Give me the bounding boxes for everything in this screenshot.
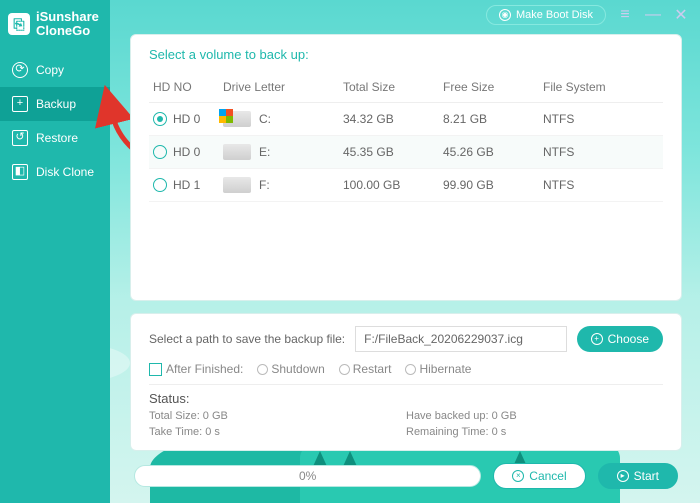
sidebar-item-backup[interactable]: + Backup: [0, 87, 110, 121]
brand-line2: CloneGo: [36, 23, 90, 38]
drive-icon: [223, 111, 251, 127]
sidebar-item-label: Restore: [36, 131, 78, 145]
sidebar-item-label: Backup: [36, 97, 76, 111]
cell-fs: NTFS: [543, 112, 643, 126]
cancel-button[interactable]: × Cancel: [493, 463, 585, 489]
sidebar-item-label: Copy: [36, 63, 64, 77]
menu-icon[interactable]: ≡: [616, 6, 634, 24]
close-icon[interactable]: ✕: [672, 5, 690, 25]
cell-hd: HD 1: [173, 178, 200, 192]
backup-path-input[interactable]: [355, 326, 567, 352]
cell-fs: NTFS: [543, 145, 643, 159]
divider: [149, 384, 663, 385]
table-row[interactable]: HD 1 F: 100.00 GB 99.90 GB NTFS: [149, 169, 663, 202]
cell-free: 99.90 GB: [443, 178, 543, 192]
brand-line1: iSunshare: [36, 9, 99, 24]
path-label: Select a path to save the backup file:: [149, 332, 345, 346]
backup-icon: +: [12, 96, 28, 112]
make-boot-disk-label: Make Boot Disk: [516, 9, 593, 21]
make-boot-disk-button[interactable]: ◉ Make Boot Disk: [486, 5, 606, 25]
table-row[interactable]: HD 0 C: 34.32 GB 8.21 GB NTFS: [149, 103, 663, 136]
progress-label: 0%: [299, 469, 316, 483]
start-label: Start: [634, 469, 659, 483]
sidebar-item-restore[interactable]: ↺ Restore: [0, 121, 110, 155]
cell-letter: F:: [259, 178, 270, 192]
sidebar: ⎘ iSunshareCloneGo ⟳ Copy + Backup ↺ Res…: [0, 0, 110, 503]
after-opt-hibernate[interactable]: Hibernate: [405, 362, 471, 376]
after-opt-shutdown[interactable]: Shutdown: [257, 362, 324, 376]
volumes-header: HD NO Drive Letter Total Size Free Size …: [149, 72, 663, 103]
cell-free: 45.26 GB: [443, 145, 543, 159]
cell-total: 100.00 GB: [343, 178, 443, 192]
after-finished-label: After Finished:: [166, 362, 243, 376]
col-hdno: HD NO: [153, 80, 223, 94]
cell-letter: E:: [259, 145, 270, 159]
cell-hd: HD 0: [173, 112, 200, 126]
radio-icon: [257, 364, 268, 375]
drive-icon: [223, 177, 251, 193]
minimize-icon[interactable]: —: [644, 6, 662, 24]
table-row[interactable]: HD 0 E: 45.35 GB 45.26 GB NTFS: [149, 136, 663, 169]
status-take: Take Time: 0 s: [149, 426, 406, 438]
volumes-panel: Select a volume to back up: HD NO Drive …: [130, 34, 682, 301]
copy-icon: ⟳: [12, 62, 28, 78]
col-fs: File System: [543, 80, 643, 94]
app-brand: ⎘ iSunshareCloneGo: [0, 0, 110, 53]
cell-free: 8.21 GB: [443, 112, 543, 126]
radio-icon: [339, 364, 350, 375]
restore-icon: ↺: [12, 130, 28, 146]
status-backed: Have backed up: 0 GB: [406, 410, 663, 422]
options-panel: Select a path to save the backup file: +…: [130, 313, 682, 451]
sidebar-item-disk-clone[interactable]: ◧ Disk Clone: [0, 155, 110, 189]
cell-total: 45.35 GB: [343, 145, 443, 159]
col-free: Free Size: [443, 80, 543, 94]
status-total: Total Size: 0 GB: [149, 410, 406, 422]
radio-icon[interactable]: [153, 145, 167, 159]
play-icon: ▸: [617, 470, 629, 482]
radio-icon[interactable]: [153, 178, 167, 192]
cancel-label: Cancel: [529, 469, 566, 483]
start-button[interactable]: ▸ Start: [598, 463, 678, 489]
after-finished-checkbox[interactable]: [149, 363, 162, 376]
cell-letter: C:: [259, 112, 271, 126]
drive-icon: [223, 144, 251, 160]
main-area: Select a volume to back up: HD NO Drive …: [130, 34, 682, 489]
sidebar-item-copy[interactable]: ⟳ Copy: [0, 53, 110, 87]
radio-icon[interactable]: [153, 112, 167, 126]
status-remain: Remaining Time: 0 s: [406, 426, 663, 438]
after-opt-restart[interactable]: Restart: [339, 362, 392, 376]
choose-button[interactable]: + Choose: [577, 326, 663, 352]
brand-icon: ⎘: [8, 13, 30, 35]
radio-icon: [405, 364, 416, 375]
cancel-icon: ×: [512, 470, 524, 482]
choose-label: Choose: [608, 332, 649, 346]
volumes-title: Select a volume to back up:: [149, 47, 663, 62]
cell-fs: NTFS: [543, 178, 643, 192]
disc-icon: ◉: [499, 9, 511, 21]
disk-clone-icon: ◧: [12, 164, 28, 180]
status-title: Status:: [149, 391, 663, 406]
cell-hd: HD 0: [173, 145, 200, 159]
plus-icon: +: [591, 333, 603, 345]
actions-row: 0% × Cancel ▸ Start: [130, 463, 682, 489]
sidebar-item-label: Disk Clone: [36, 165, 94, 179]
col-total: Total Size: [343, 80, 443, 94]
progress-bar: 0%: [134, 465, 481, 487]
cell-total: 34.32 GB: [343, 112, 443, 126]
col-drive: Drive Letter: [223, 80, 343, 94]
